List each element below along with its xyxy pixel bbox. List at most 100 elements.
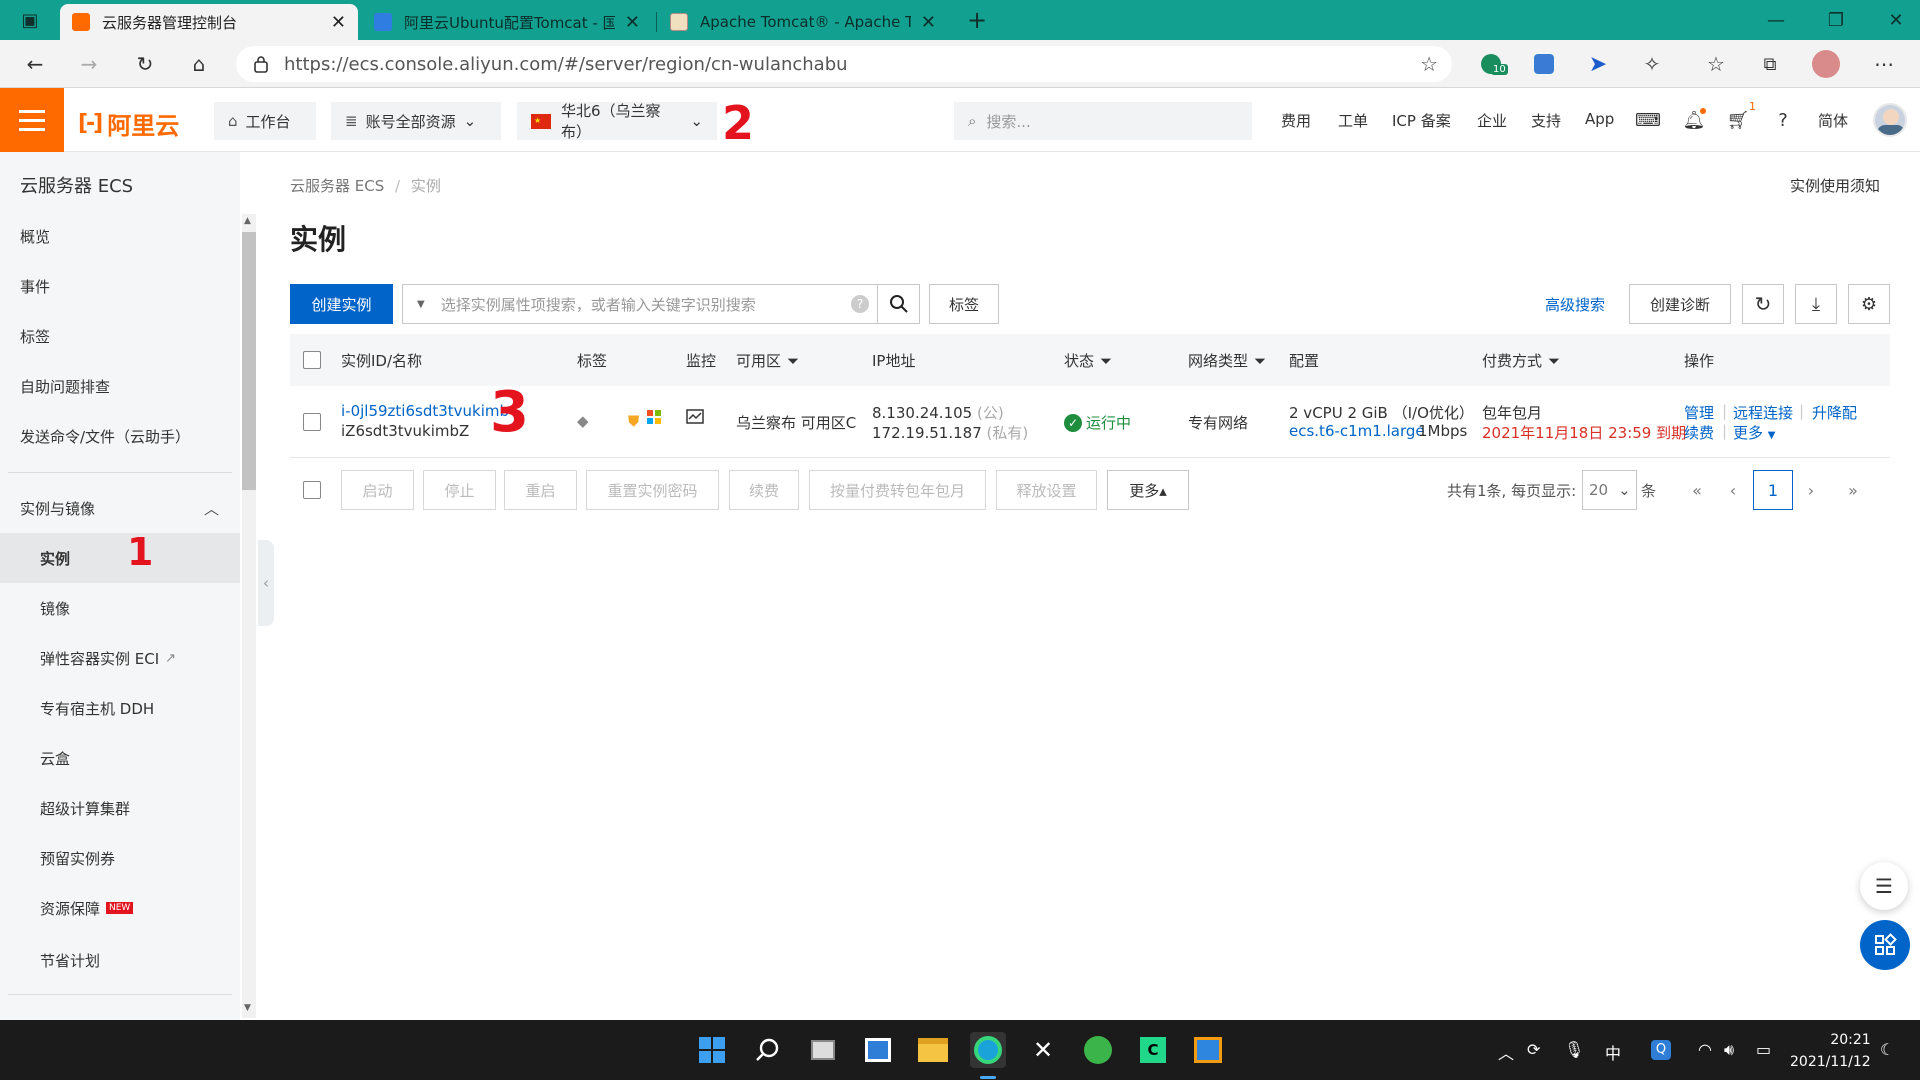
widgets-icon[interactable]	[860, 1032, 896, 1068]
global-search-input[interactable]: ⌕ 搜索...	[954, 102, 1252, 140]
tab-ecs-console[interactable]: 云服务器管理控制台 ✕	[60, 4, 358, 40]
renew-button[interactable]: 续费	[729, 470, 799, 510]
cart-icon[interactable]: 🛒︎ 1	[1726, 100, 1756, 132]
row-checkbox[interactable]	[303, 413, 321, 431]
close-tab-icon[interactable]: ✕	[625, 12, 640, 33]
home-icon[interactable]: ⌂	[182, 48, 216, 80]
start-button[interactable]: 启动	[341, 470, 414, 510]
sidebar-item-images[interactable]: 镜像	[0, 583, 240, 633]
last-page-icon[interactable]: »	[1833, 470, 1873, 510]
scroll-down-icon[interactable]: ▼	[244, 1003, 251, 1013]
header-zone[interactable]: 可用区 ⏷	[736, 350, 799, 371]
select-all-checkbox[interactable]	[303, 351, 321, 369]
nav-link-tickets[interactable]: 工单	[1338, 110, 1368, 131]
create-diagnosis-button[interactable]: 创建诊断	[1629, 284, 1731, 324]
region-dropdown[interactable]: ★ 华北6（乌兰察布） ⌄	[517, 102, 717, 141]
sidebar-item-tags[interactable]: 标签	[0, 311, 240, 361]
filter-icon[interactable]: ⏷	[787, 352, 799, 370]
start-menu-icon[interactable]	[694, 1032, 730, 1068]
header-status[interactable]: 状态 ⏷	[1064, 350, 1112, 371]
tab-actions-icon[interactable]: ▣	[0, 0, 60, 40]
task-view-icon[interactable]	[805, 1032, 841, 1068]
sidebar-item-troubleshoot[interactable]: 自助问题排查	[0, 361, 240, 411]
search-button[interactable]	[878, 284, 920, 324]
sidebar-item-eci[interactable]: 弹性容器实例 ECI ↗	[0, 633, 240, 683]
nav-link-icp[interactable]: ICP 备案	[1392, 110, 1451, 131]
profile-avatar[interactable]	[1812, 50, 1840, 78]
select-all-bottom-checkbox[interactable]	[303, 481, 321, 499]
favorites-icon[interactable]: ☆	[1702, 50, 1730, 78]
sync-icon[interactable]: ⟳	[1527, 1040, 1540, 1059]
tag-icon[interactable]: ◆	[577, 412, 589, 430]
resize-link[interactable]: 升降配	[1812, 402, 1857, 423]
stop-button[interactable]: 停止	[423, 470, 496, 510]
sidebar-item-super-computing[interactable]: 超级计算集群	[0, 783, 240, 833]
nav-link-app[interactable]: App	[1585, 110, 1614, 128]
reset-password-button[interactable]: 重置实例密码	[586, 470, 719, 510]
sidebar-collapse-handle[interactable]: ‹	[258, 540, 274, 626]
instance-search-input[interactable]: ▼ 选择实例属性项搜索，或者输入关键字识别搜索 ?	[402, 284, 878, 324]
restore-icon[interactable]: ❐	[1806, 0, 1866, 40]
nav-link-support[interactable]: 支持	[1531, 110, 1561, 131]
release-settings-button[interactable]: 释放设置	[996, 470, 1097, 510]
sidebar-item-ddh[interactable]: 专有宿主机 DDH	[0, 683, 240, 733]
renew-link[interactable]: 续费	[1684, 422, 1714, 443]
language-switch[interactable]: 简体	[1818, 110, 1848, 131]
extension-shield-icon[interactable]: 10	[1477, 50, 1508, 78]
wechat-icon[interactable]	[1080, 1032, 1116, 1068]
workbench-button[interactable]: ⌂ 工作台	[214, 102, 316, 140]
monitor-chart-icon[interactable]	[686, 408, 704, 430]
sidebar-group-instances-images[interactable]: 实例与镜像 ︿	[0, 483, 240, 533]
notification-bell-icon[interactable]: 🔔︎	[1682, 108, 1706, 132]
close-tab-icon[interactable]: ✕	[921, 12, 936, 33]
tab-apache-tomcat[interactable]: Apache Tomcat® - Apache Tomc ✕	[658, 4, 948, 40]
advanced-search-link[interactable]: 高级搜索	[1545, 294, 1605, 315]
wifi-icon[interactable]: ◠	[1698, 1040, 1712, 1059]
remote-desktop-icon[interactable]	[1190, 1032, 1226, 1068]
help-circle-icon[interactable]: ?	[851, 295, 869, 313]
browser-menu-icon[interactable]: ⋯	[1870, 50, 1898, 78]
refresh-icon[interactable]: ↻	[128, 48, 162, 80]
scroll-up-icon[interactable]: ▲	[244, 216, 251, 226]
next-page-icon[interactable]: ›	[1791, 470, 1831, 510]
header-network[interactable]: 网络类型 ⏷	[1188, 350, 1266, 371]
first-page-icon[interactable]: «	[1677, 470, 1717, 510]
sidebar-item-resource-guarantee[interactable]: 资源保障 NEW	[0, 883, 240, 933]
sidebar-item-cloud-box[interactable]: 云盒	[0, 733, 240, 783]
terminal-icon[interactable]: ⌨	[1635, 108, 1661, 132]
settings-button[interactable]: ⚙	[1848, 284, 1890, 324]
minimize-icon[interactable]: —	[1746, 0, 1806, 40]
header-billing[interactable]: 付费方式 ⏷	[1482, 350, 1560, 371]
remote-connect-link[interactable]: 远程连接	[1733, 402, 1793, 423]
more-ops-dropdown[interactable]: 更多 ▼	[1733, 422, 1776, 443]
show-hidden-icons[interactable]: ︿	[1498, 1040, 1514, 1064]
focus-assist-icon[interactable]: ☾	[1880, 1040, 1894, 1059]
instance-notice-link[interactable]: 实例使用须知	[1790, 175, 1880, 196]
close-window-icon[interactable]: ✕	[1866, 0, 1920, 40]
sidebar-item-events[interactable]: 事件	[0, 261, 240, 311]
filter-icon[interactable]: ⏷	[1548, 352, 1560, 370]
sidebar-item-reserved-instances[interactable]: 预留实例券	[0, 833, 240, 883]
export-button[interactable]: ⤓	[1795, 284, 1837, 324]
account-resources-dropdown[interactable]: ≣ 账号全部资源 ⌄	[331, 102, 501, 140]
filter-icon[interactable]: ⏷	[1100, 352, 1112, 370]
nav-link-billing[interactable]: 费用	[1281, 110, 1311, 131]
close-tab-icon[interactable]: ✕	[331, 12, 346, 33]
refresh-list-button[interactable]: ↻	[1742, 284, 1784, 324]
more-actions-button[interactable]: 更多▴	[1107, 470, 1189, 510]
sidebar-item-overview[interactable]: 概览	[0, 211, 240, 261]
sidebar-item-cloud-assistant[interactable]: 发送命令/文件（云助手）	[0, 411, 240, 461]
battery-icon[interactable]: ▭	[1756, 1040, 1771, 1059]
tab-ubuntu-tomcat[interactable]: 阿里云Ubuntu配置Tomcat - 国内 ✕	[362, 4, 652, 40]
restart-button[interactable]: 重启	[504, 470, 577, 510]
search-icon[interactable]	[750, 1032, 786, 1068]
aliyun-logo[interactable]: [-] 阿里云	[78, 106, 179, 141]
extension-kanban-icon[interactable]	[1530, 50, 1558, 78]
hamburger-menu-icon[interactable]	[0, 88, 64, 152]
back-icon[interactable]: ←	[18, 48, 52, 80]
tag-filter-button[interactable]: 标签	[929, 284, 999, 324]
extensions-puzzle-icon[interactable]: ✧	[1638, 50, 1666, 78]
url-field[interactable]: https://ecs.console.aliyun.com/#/server/…	[236, 46, 1452, 82]
pycharm-icon[interactable]: C	[1135, 1032, 1171, 1068]
favorite-star-icon[interactable]: ☆	[1420, 52, 1438, 76]
